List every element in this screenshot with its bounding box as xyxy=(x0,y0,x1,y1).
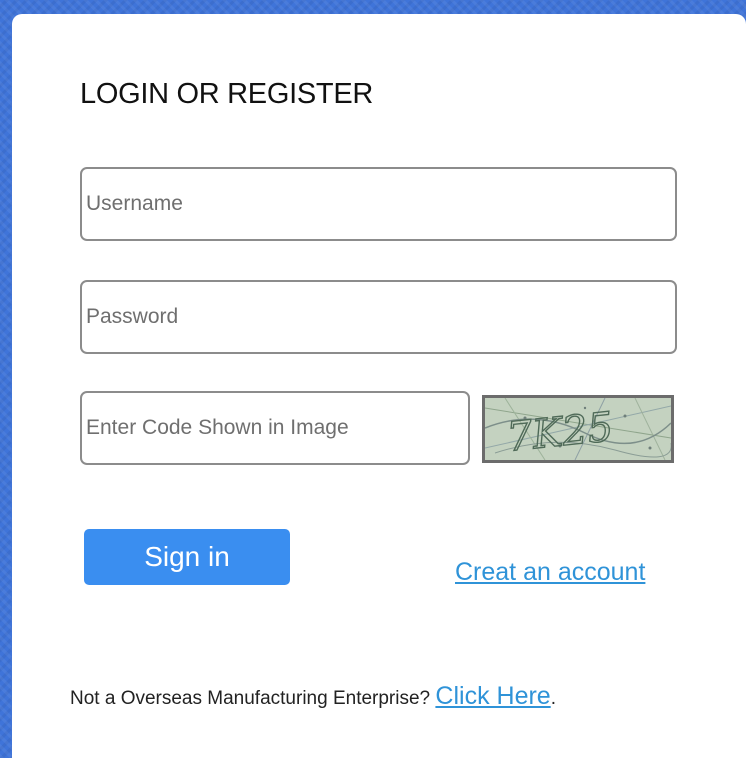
captcha-code-input[interactable] xyxy=(80,391,470,465)
footer-trailing-period: . xyxy=(550,688,556,709)
sign-in-button[interactable]: Sign in xyxy=(84,529,290,585)
footer-prompt: Not a Overseas Manufacturing Enterprise?… xyxy=(70,682,556,711)
password-input[interactable] xyxy=(80,280,677,354)
captcha-noise-graphic: 7K25 xyxy=(485,398,671,460)
page-title: LOGIN OR REGISTER xyxy=(80,78,373,110)
username-input[interactable] xyxy=(80,167,677,241)
footer-prompt-text: Not a Overseas Manufacturing Enterprise? xyxy=(70,688,431,709)
captcha-image[interactable]: 7K25 xyxy=(482,395,674,463)
login-card: LOGIN OR REGISTER 7K25 Sign in Creat an … xyxy=(12,14,746,758)
create-account-link[interactable]: Creat an account xyxy=(455,558,645,587)
click-here-link[interactable]: Click Here xyxy=(435,682,550,710)
captcha-text: 7K25 xyxy=(505,404,615,460)
